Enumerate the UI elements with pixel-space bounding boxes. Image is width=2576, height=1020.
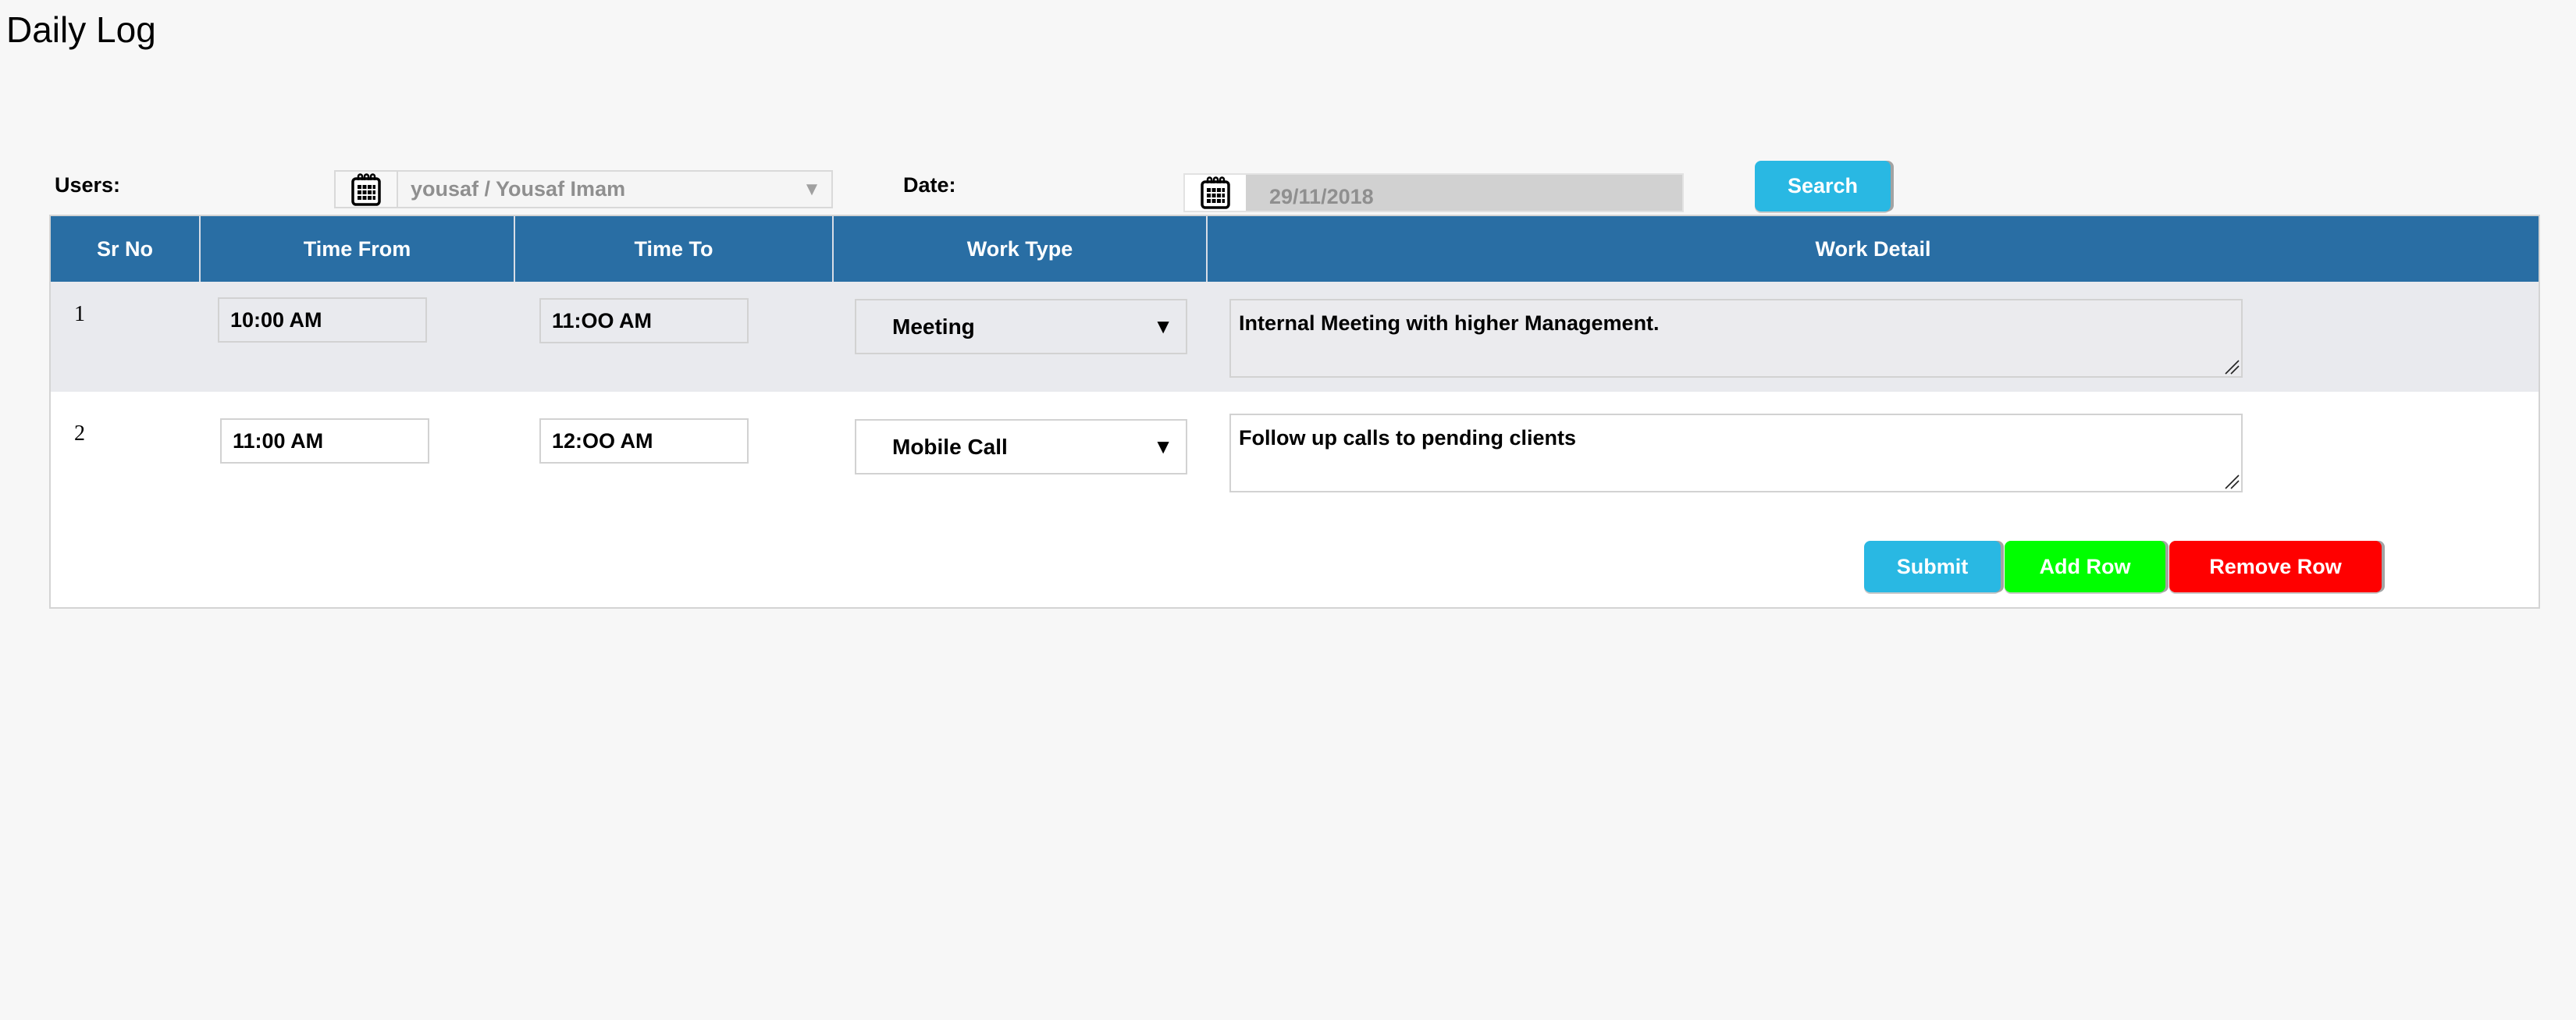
column-header-time-to: Time To	[515, 216, 834, 282]
date-label: Date:	[903, 173, 956, 197]
add-row-button[interactable]: Add Row	[2005, 541, 2165, 592]
work-type-value: Mobile Call	[892, 434, 1008, 459]
work-detail-textarea[interactable]: Follow up calls to pending clients	[1229, 414, 2243, 492]
table-header: Sr No Time From Time To Work Type Work D…	[51, 216, 2539, 282]
page-title: Daily Log	[6, 9, 156, 50]
date-calendar-button[interactable]	[1185, 175, 1246, 211]
submit-button[interactable]: Submit	[1864, 541, 2001, 592]
sr-no-cell: 1	[74, 302, 85, 326]
remove-row-button[interactable]: Remove Row	[2169, 541, 2382, 592]
caret-down-icon: ▼	[1153, 315, 1173, 338]
column-header-work-type: Work Type	[834, 216, 1208, 282]
date-input[interactable]: 29/11/2018	[1183, 173, 1684, 212]
work-type-value: Meeting	[892, 314, 975, 339]
users-label: Users:	[55, 173, 121, 197]
table-row: 1 10:00 AM 11:OO AM Meeting ▼ Internal M…	[51, 282, 2539, 392]
calendar-icon	[1201, 176, 1230, 209]
time-from-input[interactable]: 10:00 AM	[218, 297, 427, 343]
caret-down-icon: ▼	[1153, 435, 1173, 458]
caret-down-icon[interactable]: ▼	[792, 172, 831, 207]
sr-no-cell: 2	[74, 421, 85, 446]
time-to-input[interactable]: 12:OO AM	[539, 418, 749, 464]
time-from-input[interactable]: 11:00 AM	[220, 418, 429, 464]
users-select[interactable]: yousaf / Yousaf Imam ▼	[334, 170, 833, 208]
column-header-work-detail: Work Detail	[1815, 236, 1931, 261]
users-calendar-button[interactable]	[336, 172, 398, 207]
resize-grip-icon[interactable]	[2222, 357, 2240, 375]
column-header-sr-no: Sr No	[51, 216, 201, 282]
calendar-icon	[351, 172, 381, 206]
column-header-time-from: Time From	[201, 216, 515, 282]
time-to-input[interactable]: 11:OO AM	[539, 298, 749, 343]
work-detail-text: Follow up calls to pending clients	[1239, 426, 1577, 450]
work-type-select[interactable]: Mobile Call ▼	[855, 419, 1187, 474]
work-detail-text: Internal Meeting with higher Management.	[1239, 311, 1660, 335]
work-type-select[interactable]: Meeting ▼	[855, 299, 1187, 354]
search-button[interactable]: Search	[1755, 161, 1891, 211]
table-row: 2 11:00 AM 12:OO AM Mobile Call ▼ Follow…	[51, 392, 2539, 509]
resize-grip-icon[interactable]	[2222, 472, 2240, 489]
work-detail-textarea[interactable]: Internal Meeting with higher Management.	[1229, 299, 2243, 378]
users-select-value: yousaf / Yousaf Imam	[411, 177, 626, 201]
date-value: 29/11/2018	[1269, 184, 1374, 208]
daily-log-table: Sr No Time From Time To Work Type Work D…	[49, 215, 2540, 609]
